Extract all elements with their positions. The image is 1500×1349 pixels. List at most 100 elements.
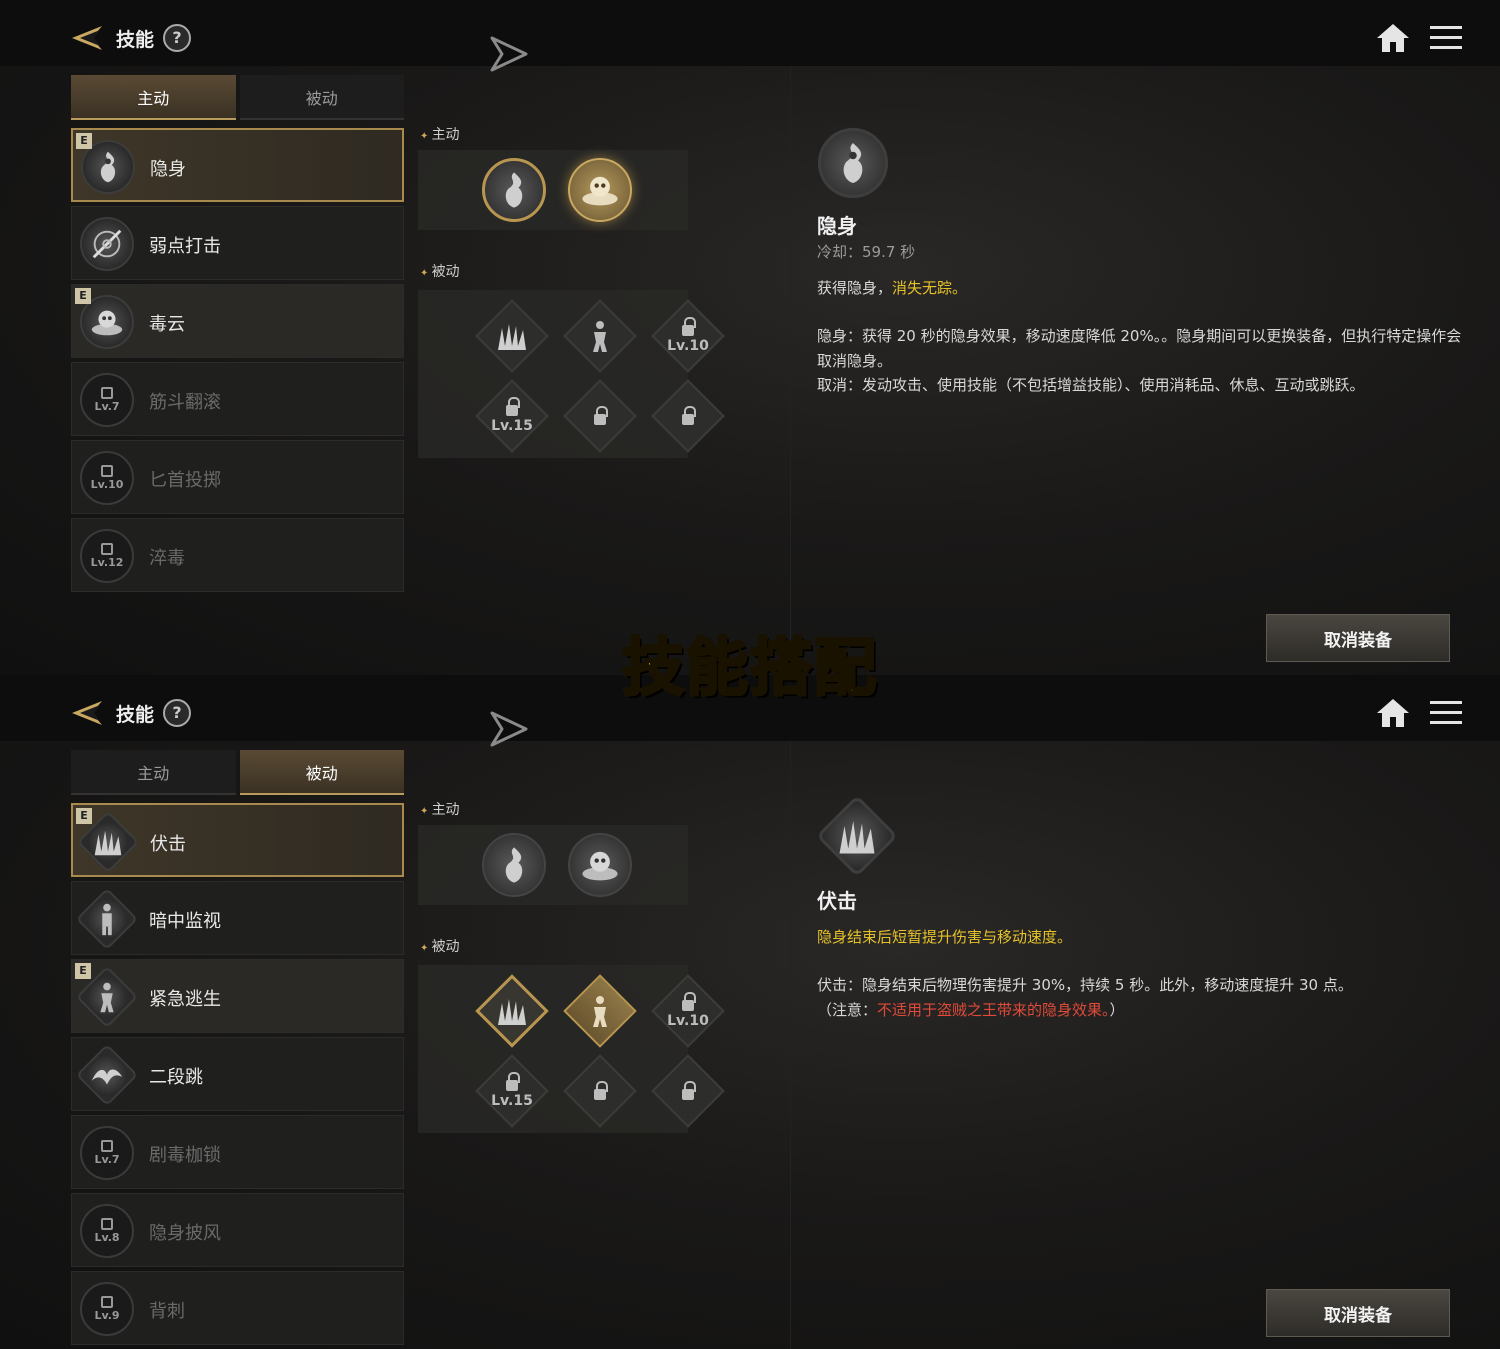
- skill-name: 伏击: [150, 834, 186, 855]
- watcher-icon: [75, 887, 139, 951]
- lock-icon: Lv.7: [80, 373, 134, 427]
- lock-icon: [574, 390, 626, 442]
- skull-cloud-icon: [582, 176, 618, 206]
- skill-row-stealth[interactable]: E 隐身: [71, 128, 404, 202]
- lock-icon: Lv.8: [80, 1204, 134, 1258]
- active-section-label: 主动: [420, 799, 460, 819]
- lock-icon: Lv.15: [486, 1065, 538, 1117]
- lock-icon: Lv.10: [80, 451, 134, 505]
- top-bar: [0, 0, 1500, 66]
- skill-row-poison-shackle[interactable]: Lv.7 剧毒枷锁: [71, 1115, 404, 1189]
- skill-name: 暗中监视: [149, 911, 221, 932]
- home-icon[interactable]: [1376, 697, 1410, 729]
- lock-icon: [662, 390, 714, 442]
- skill-row-backstab[interactable]: Lv.9 背刺: [71, 1271, 404, 1345]
- active-slot-bar: [418, 150, 688, 230]
- skill-row-escape[interactable]: E 紧急逃生: [71, 959, 404, 1033]
- unequip-button[interactable]: 取消装备: [1266, 1289, 1450, 1337]
- skill-name: 淬毒: [149, 548, 185, 569]
- skill-list: E 伏击 暗中监视 E 紧急逃生 二段跳 Lv.7 剧毒枷锁 Lv.8 隐身披风…: [71, 803, 404, 1349]
- tab-passive[interactable]: 被动: [239, 750, 404, 795]
- skill-name: 紧急逃生: [149, 989, 221, 1010]
- lock-icon: Lv.7: [80, 1126, 134, 1180]
- help-icon[interactable]: ?: [163, 699, 191, 727]
- skill-tabs: 主动 被动: [71, 750, 404, 795]
- skill-name: 背刺: [149, 1301, 185, 1322]
- detail-summary: 获得隐身，消失无踪。: [817, 279, 968, 297]
- page-title: 技能: [116, 29, 155, 51]
- tab-active[interactable]: 主动: [71, 75, 236, 120]
- page-title: 技能: [116, 704, 155, 726]
- active-slot-stealth[interactable]: [482, 158, 546, 222]
- passive-slot-bar: Lv.10 Lv.15: [418, 290, 725, 458]
- detail-description: 隐身：获得 20 秒的隐身效果，移动速度降低 20%。。隐身期间可以更换装备，但…: [817, 327, 1462, 370]
- lock-icon: [662, 1065, 714, 1117]
- skill-name: 弱点打击: [149, 236, 221, 257]
- help-icon[interactable]: ?: [163, 24, 191, 52]
- skill-name: 二段跳: [149, 1067, 203, 1088]
- equipped-badge: E: [76, 133, 92, 149]
- grass-icon: [486, 985, 538, 1037]
- navigation-arrow-icon[interactable]: [488, 34, 530, 74]
- active-slot-poison-cloud[interactable]: [568, 833, 632, 897]
- lock-icon: Lv.10: [662, 985, 714, 1037]
- detail-cooldown: 冷却：59.7 秒: [817, 243, 916, 261]
- tab-active[interactable]: 主动: [71, 750, 236, 795]
- skill-row-weak-point[interactable]: 弱点打击: [71, 206, 404, 280]
- divider: [790, 66, 791, 675]
- passive-section-label: 被动: [420, 261, 460, 281]
- equipped-badge: E: [76, 808, 92, 824]
- skill-tabs: 主动 被动: [71, 75, 404, 120]
- skill-row-dagger-throw[interactable]: Lv.10 匕首投掷: [71, 440, 404, 514]
- unequip-button[interactable]: 取消装备: [1266, 614, 1450, 662]
- back-arrow-icon[interactable]: [70, 699, 104, 727]
- active-slot-bar: [418, 825, 688, 905]
- skill-row-ambush[interactable]: E 伏击: [71, 803, 404, 877]
- lock-icon: [574, 1065, 626, 1117]
- escape-icon: [574, 310, 626, 362]
- skill-panel-passive: 技能 ? 主动 被动 E 伏击 暗中监视 E 紧急逃生 二段跳 Lv.7 剧毒枷…: [0, 675, 1500, 1349]
- lock-icon: Lv.12: [80, 529, 134, 583]
- skill-name: 隐身披风: [149, 1223, 221, 1244]
- skill-row-stealth-cloak[interactable]: Lv.8 隐身披风: [71, 1193, 404, 1267]
- equipped-badge: E: [75, 288, 91, 304]
- skill-list: E 隐身 弱点打击 E 毒云 Lv.7 筋斗翻滚 Lv.10 匕首投掷 Lv.1…: [71, 128, 404, 596]
- divider: [790, 741, 791, 1349]
- passive-slot-bar: Lv.10 Lv.15: [418, 965, 725, 1133]
- escape-icon: [574, 985, 626, 1037]
- skill-name: 匕首投掷: [149, 470, 221, 491]
- lock-icon: Lv.9: [80, 1282, 134, 1336]
- flame-figure-icon: [505, 847, 523, 883]
- detail-summary: 隐身结束后短暂提升伤害与移动速度。: [817, 928, 1073, 946]
- detail-skill-name: 隐身: [817, 214, 857, 238]
- skill-row-somersault[interactable]: Lv.7 筋斗翻滚: [71, 362, 404, 436]
- detail-note: （注意：不适用于盗贼之王带来的隐身效果。）: [817, 1001, 1125, 1019]
- skill-row-double-jump[interactable]: 二段跳: [71, 1037, 404, 1111]
- flame-figure-icon: [818, 128, 888, 198]
- flame-figure-icon: [505, 172, 523, 208]
- back-arrow-icon[interactable]: [70, 24, 104, 52]
- skill-row-watch[interactable]: 暗中监视: [71, 881, 404, 955]
- skill-name: 筋斗翻滚: [149, 392, 221, 413]
- active-slot-stealth[interactable]: [482, 833, 546, 897]
- detail-cancel-conditions: 取消：发动攻击、使用技能（不包括增益技能）、使用消耗品、休息、互动或跳跃。: [817, 376, 1365, 394]
- skill-row-poison-cloud[interactable]: E 毒云: [71, 284, 404, 358]
- detail-skill-name: 伏击: [817, 889, 857, 913]
- home-icon[interactable]: [1376, 22, 1410, 54]
- skill-row-poison-coat[interactable]: Lv.12 淬毒: [71, 518, 404, 592]
- grass-icon: [815, 794, 899, 878]
- skill-name: 剧毒枷锁: [149, 1145, 221, 1166]
- equipped-badge: E: [75, 963, 91, 979]
- skull-cloud-icon: [582, 851, 618, 881]
- lock-icon: Lv.10: [662, 310, 714, 362]
- active-slot-poison-cloud[interactable]: [568, 158, 632, 222]
- skill-name: 隐身: [150, 159, 186, 180]
- target-slash-icon: [80, 217, 134, 271]
- tab-passive[interactable]: 被动: [239, 75, 404, 120]
- menu-icon[interactable]: [1428, 697, 1464, 729]
- grass-icon: [486, 310, 538, 362]
- menu-icon[interactable]: [1428, 22, 1464, 54]
- skill-name: 毒云: [149, 314, 185, 335]
- active-section-label: 主动: [420, 124, 460, 144]
- navigation-arrow-icon[interactable]: [488, 709, 530, 749]
